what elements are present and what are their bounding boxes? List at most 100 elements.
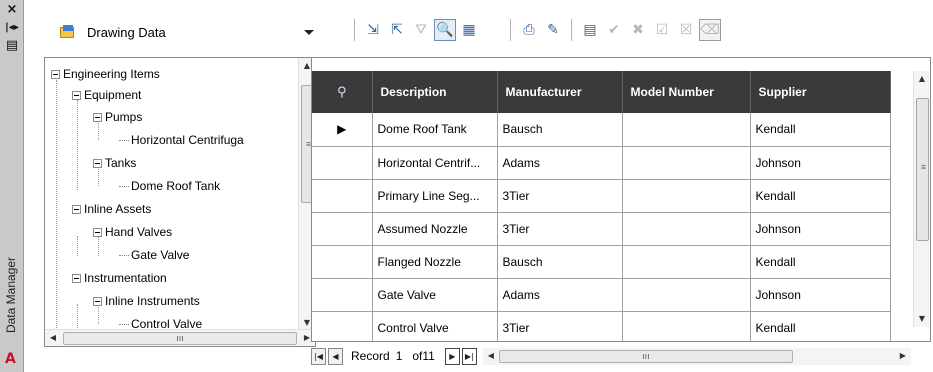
- collapse-icon[interactable]: [72, 90, 81, 100]
- cell-model-number[interactable]: [622, 245, 751, 279]
- column-header-selector[interactable]: ⚲: [312, 71, 373, 113]
- cell-description[interactable]: Dome Roof Tank: [372, 113, 498, 147]
- cell-supplier[interactable]: Kendall: [750, 245, 891, 279]
- last-record-button[interactable]: ▶|: [461, 347, 477, 365]
- export-icon[interactable]: ⇲: [362, 19, 384, 41]
- scroll-up-icon[interactable]: ▲: [914, 71, 930, 87]
- scroll-thumb[interactable]: ııı: [63, 332, 297, 345]
- reject-icon[interactable]: ✖: [627, 19, 649, 41]
- cell-model-number[interactable]: [622, 179, 751, 213]
- cell-supplier[interactable]: Johnson: [750, 212, 891, 246]
- first-record-button[interactable]: |◀: [311, 347, 326, 365]
- tree-node[interactable]: Horizontal Centrifuga: [119, 130, 244, 150]
- tree-node[interactable]: Tanks: [93, 153, 136, 173]
- column-header-model-number[interactable]: Model Number: [622, 71, 751, 113]
- row-selector[interactable]: [312, 146, 373, 180]
- collapse-icon[interactable]: [93, 112, 102, 122]
- row-selector[interactable]: ▶: [312, 113, 373, 147]
- tree-node[interactable]: Hand Valves: [93, 222, 172, 242]
- column-header-description[interactable]: Description: [372, 71, 498, 113]
- cell-manufacturer[interactable]: Bausch: [497, 113, 623, 147]
- reject-all-icon[interactable]: ☒: [675, 19, 697, 41]
- tree-node[interactable]: Pumps: [93, 107, 142, 127]
- cell-model-number[interactable]: [622, 113, 751, 147]
- cell-manufacturer[interactable]: Adams: [497, 146, 623, 180]
- cell-supplier[interactable]: Kendall: [750, 113, 891, 147]
- chevron-down-icon[interactable]: [304, 29, 314, 35]
- table-row[interactable]: ▶ Dome Roof Tank Bausch Kendall: [312, 113, 891, 147]
- collapse-icon[interactable]: [72, 204, 81, 214]
- cell-supplier[interactable]: Kendall: [750, 311, 891, 341]
- cell-supplier[interactable]: Johnson: [750, 146, 891, 180]
- cell-manufacturer[interactable]: 3Tier: [497, 311, 623, 341]
- cell-description[interactable]: Assumed Nozzle: [372, 212, 498, 246]
- row-selector[interactable]: [312, 179, 373, 213]
- previous-record-button[interactable]: ◀: [328, 347, 343, 365]
- data-source-dropdown[interactable]: Drawing Data: [58, 16, 322, 48]
- cell-model-number[interactable]: [622, 278, 751, 312]
- row-selector[interactable]: [312, 278, 373, 312]
- data-view-icon[interactable]: ▦: [458, 19, 480, 41]
- row-selector[interactable]: [312, 212, 373, 246]
- collapse-icon[interactable]: [51, 69, 60, 79]
- cell-description[interactable]: Primary Line Seg...: [372, 179, 498, 213]
- grid-icon[interactable]: ▤: [579, 19, 601, 41]
- tree-node[interactable]: Inline Assets: [72, 199, 151, 219]
- table-row[interactable]: Assumed Nozzle 3Tier Johnson: [312, 212, 891, 246]
- cell-description[interactable]: Gate Valve: [372, 278, 498, 312]
- scroll-left-icon[interactable]: ◀: [483, 348, 499, 364]
- cell-supplier[interactable]: Kendall: [750, 179, 891, 213]
- collapse-icon[interactable]: [93, 158, 102, 168]
- grid-horizontal-scrollbar[interactable]: ◀ ııı ▶: [482, 347, 911, 365]
- edit-icon[interactable]: ✎: [542, 19, 564, 41]
- row-selector[interactable]: [312, 311, 373, 341]
- print-icon[interactable]: ⎙: [518, 19, 540, 41]
- collapse-icon[interactable]: [93, 296, 102, 306]
- cell-description[interactable]: Horizontal Centrif...: [372, 146, 498, 180]
- tree-node[interactable]: Engineering Items: [51, 64, 160, 84]
- scroll-thumb[interactable]: ≡: [916, 98, 929, 241]
- column-header-manufacturer[interactable]: Manufacturer: [497, 71, 623, 113]
- table-row[interactable]: Flanged Nozzle Bausch Kendall: [312, 245, 891, 279]
- tree-horizontal-scrollbar[interactable]: ◀ ııı ▶: [45, 329, 315, 346]
- tree-node[interactable]: Inline Instruments: [93, 291, 200, 311]
- cell-supplier[interactable]: Johnson: [750, 278, 891, 312]
- tree-node[interactable]: Dome Roof Tank: [119, 176, 220, 196]
- tree-node[interactable]: Gate Valve: [119, 245, 189, 265]
- accept-icon[interactable]: ✔: [603, 19, 625, 41]
- tree-node[interactable]: Equipment: [72, 85, 141, 105]
- clear-icon[interactable]: ⌫: [699, 19, 721, 41]
- table-row[interactable]: Horizontal Centrif... Adams Johnson: [312, 146, 891, 180]
- tree-node[interactable]: Instrumentation: [72, 268, 167, 288]
- import-icon[interactable]: ⇱: [386, 19, 408, 41]
- cell-description[interactable]: Flanged Nozzle: [372, 245, 498, 279]
- row-selector[interactable]: [312, 245, 373, 279]
- scroll-left-icon[interactable]: ◀: [45, 330, 61, 346]
- close-icon[interactable]: ×: [4, 2, 20, 18]
- cell-description[interactable]: Control Valve: [372, 311, 498, 341]
- table-row[interactable]: Primary Line Seg... 3Tier Kendall: [312, 179, 891, 213]
- cell-model-number[interactable]: [622, 212, 751, 246]
- table-row[interactable]: Control Valve 3Tier Kendall: [312, 311, 891, 341]
- zoom-to-icon[interactable]: 🔍: [434, 19, 456, 41]
- collapse-icon[interactable]: [72, 273, 81, 283]
- cell-model-number[interactable]: [622, 146, 751, 180]
- scroll-right-icon[interactable]: ▶: [895, 348, 911, 364]
- collapse-icon[interactable]: [93, 227, 102, 237]
- auto-hide-icon[interactable]: |◂▸: [4, 20, 20, 36]
- cell-model-number[interactable]: [622, 311, 751, 341]
- scroll-down-icon[interactable]: ▼: [914, 311, 930, 327]
- filter-icon[interactable]: ⛛: [410, 19, 432, 41]
- properties-icon[interactable]: ▤: [4, 38, 20, 54]
- column-header-supplier[interactable]: Supplier: [750, 71, 891, 113]
- cell-manufacturer[interactable]: Bausch: [497, 245, 623, 279]
- search-icon: ⚲: [336, 84, 347, 99]
- next-record-button[interactable]: ▶: [444, 347, 460, 365]
- table-row[interactable]: Gate Valve Adams Johnson: [312, 278, 891, 312]
- grid-vertical-scrollbar[interactable]: ▲ ≡ ▼: [913, 71, 930, 327]
- cell-manufacturer[interactable]: 3Tier: [497, 179, 623, 213]
- cell-manufacturer[interactable]: Adams: [497, 278, 623, 312]
- accept-all-icon[interactable]: ☑: [651, 19, 673, 41]
- cell-manufacturer[interactable]: 3Tier: [497, 212, 623, 246]
- scroll-thumb[interactable]: ııı: [498, 349, 793, 363]
